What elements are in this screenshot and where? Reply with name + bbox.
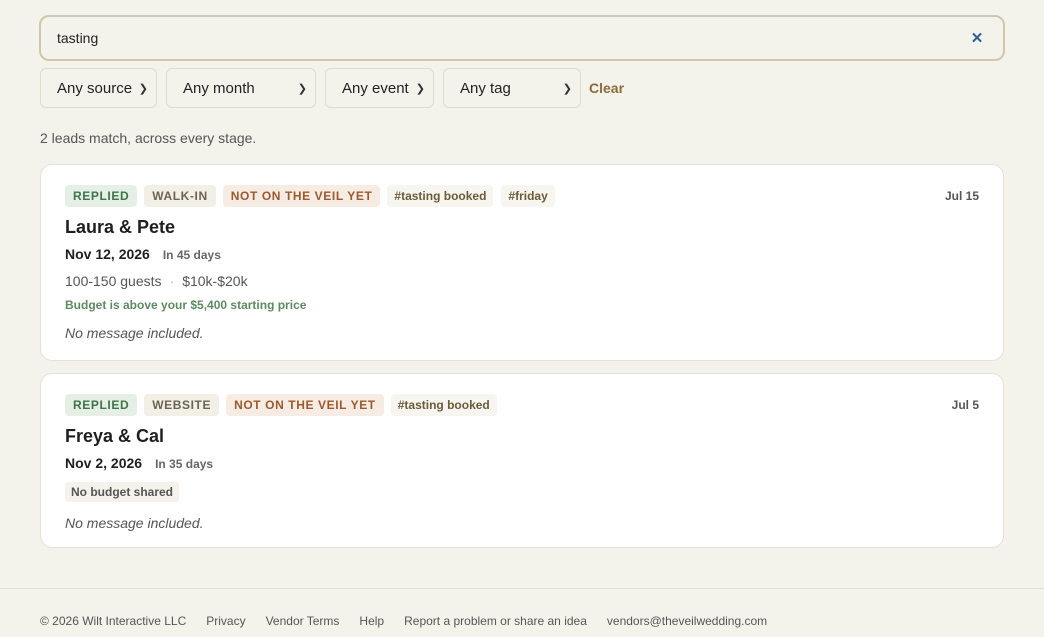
- received-date: Jul 5: [951, 398, 979, 412]
- lead-card[interactable]: REPLIED WALK-IN NOT ON THE VEIL YET #tas…: [40, 164, 1004, 361]
- budget-note: Budget is above your $5,400 starting pri…: [65, 298, 307, 312]
- separator-dot: ·: [169, 273, 175, 289]
- vendor-terms-link[interactable]: Vendor Terms: [266, 614, 340, 628]
- lead-message: No message included.: [65, 515, 204, 531]
- hashtag[interactable]: #tasting booked: [387, 184, 494, 207]
- lead-name: Laura & Pete: [65, 217, 176, 237]
- source-select[interactable]: Any source ❯: [40, 68, 157, 108]
- source-badge: WEBSITE: [144, 393, 220, 416]
- search-bar: ✕: [39, 15, 1005, 61]
- event-line: Nov 12, 2026 In 45 days: [65, 246, 979, 262]
- chevron-down-icon: ❯: [415, 82, 425, 95]
- event-line: Nov 2, 2026 In 35 days: [65, 455, 979, 471]
- guest-count: 100-150 guests: [65, 273, 162, 289]
- hashtag[interactable]: #tasting booked: [390, 393, 497, 416]
- report-problem-link[interactable]: Report a problem or share an idea: [404, 614, 587, 628]
- lead-tags: REPLIED WEBSITE NOT ON THE VEIL YET #tas…: [65, 393, 979, 416]
- veil-badge: NOT ON THE VEIL YET: [222, 184, 381, 207]
- tag-select-label: Any tag: [460, 79, 511, 97]
- month-select-label: Any month: [183, 79, 255, 97]
- close-icon[interactable]: ✕: [967, 28, 987, 48]
- veil-badge: NOT ON THE VEIL YET: [226, 393, 384, 416]
- event-select-label: Any event: [342, 79, 409, 97]
- chevron-down-icon: ❯: [138, 82, 148, 95]
- lead-message: No message included.: [65, 325, 204, 341]
- guest-budget-line: 100-150 guests · $10k-$20k: [65, 273, 979, 289]
- no-budget-badge: No budget shared: [65, 482, 180, 502]
- copyright: © 2026 Wilt Interactive LLC: [40, 614, 187, 628]
- event-relative: In 45 days: [162, 248, 221, 262]
- event-relative: In 35 days: [155, 457, 214, 471]
- filter-bar: Any source ❯ Any month ❯ Any event ❯ Any…: [40, 68, 624, 108]
- month-select[interactable]: Any month ❯: [166, 68, 316, 108]
- clear-filters-button[interactable]: Clear: [589, 80, 624, 96]
- event-date: Nov 12, 2026: [65, 246, 150, 262]
- event-select[interactable]: Any event ❯: [325, 68, 434, 108]
- lead-card[interactable]: REPLIED WEBSITE NOT ON THE VEIL YET #tas…: [40, 373, 1004, 548]
- tag-select[interactable]: Any tag ❯: [443, 68, 581, 108]
- privacy-link[interactable]: Privacy: [206, 614, 245, 628]
- lead-name: Freya & Cal: [65, 426, 165, 446]
- footer-divider: [0, 588, 1044, 589]
- vendor-email-link[interactable]: vendors@theveilwedding.com: [607, 614, 767, 628]
- search-input[interactable]: [57, 30, 967, 46]
- source-badge: WALK-IN: [144, 184, 216, 207]
- footer: © 2026 Wilt Interactive LLC Privacy Vend…: [40, 614, 787, 628]
- budget-range: $10k-$20k: [182, 273, 248, 289]
- hashtag[interactable]: #friday: [501, 184, 555, 207]
- results-summary: 2 leads match, across every stage.: [40, 130, 257, 146]
- source-select-label: Any source: [57, 79, 133, 97]
- event-date: Nov 2, 2026: [65, 455, 143, 471]
- received-date: Jul 15: [944, 189, 979, 203]
- status-badge: REPLIED: [65, 393, 138, 416]
- lead-tags: REPLIED WALK-IN NOT ON THE VEIL YET #tas…: [65, 184, 979, 207]
- chevron-down-icon: ❯: [297, 82, 307, 95]
- status-badge: REPLIED: [65, 184, 138, 207]
- chevron-down-icon: ❯: [562, 82, 572, 95]
- help-link[interactable]: Help: [359, 614, 384, 628]
